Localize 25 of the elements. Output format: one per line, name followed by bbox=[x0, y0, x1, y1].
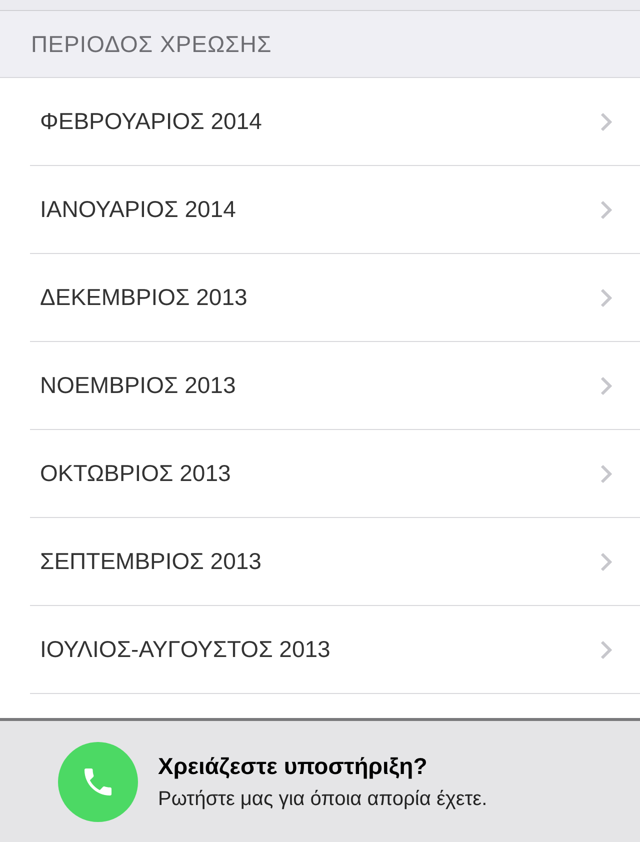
support-subtitle: Ρωτήστε μας για όποια απορία έχετε. bbox=[158, 786, 488, 812]
period-row[interactable]: ΝΟΕΜΒΡΙΟΣ 2013 bbox=[30, 342, 640, 430]
chevron-icon bbox=[600, 288, 612, 308]
period-row[interactable]: ΔΕΚΕΜΒΡΙΟΣ 2013 bbox=[30, 254, 640, 342]
support-banner[interactable]: Χρειάζεστε υποστήριξη? Ρωτήστε μας για όποια απορία έχετε. bbox=[0, 718, 640, 842]
chevron-icon bbox=[600, 200, 612, 220]
period-row[interactable]: ΙΟΥΛΙΟΣ-ΑΥΓΟΥΣΤΟΣ 2013 bbox=[30, 606, 640, 694]
chevron-icon bbox=[600, 376, 612, 396]
period-label: ΣΕΠΤΕΜΒΡΙΟΣ 2013 bbox=[40, 547, 262, 576]
chevron-icon bbox=[600, 552, 612, 572]
period-row[interactable]: ΦΕΒΡΟΥΑΡΙΟΣ 2014 bbox=[30, 78, 640, 166]
chevron-icon bbox=[600, 464, 612, 484]
support-title: Χρειάζεστε υποστήριξη? bbox=[158, 752, 428, 782]
chevron-icon bbox=[600, 112, 612, 132]
period-label: ΟΚΤΩΒΡΙΟΣ 2013 bbox=[40, 459, 231, 488]
period-label: ΔΕΚΕΜΒΡΙΟΣ 2013 bbox=[40, 283, 248, 312]
period-label: ΝΟΕΜΒΡΙΟΣ 2013 bbox=[40, 371, 236, 400]
period-row[interactable]: ΙΑΝΟΥΑΡΙΟΣ 2014 bbox=[30, 166, 640, 254]
section-header: ΠΕΡΙΟΔΟΣ ΧΡΕΩΣΗΣ bbox=[31, 30, 272, 59]
period-label: ΙΟΥΛΙΟΣ-ΑΥΓΟΥΣΤΟΣ 2013 bbox=[40, 635, 330, 664]
period-row[interactable]: ΟΚΤΩΒΡΙΟΣ 2013 bbox=[30, 430, 640, 518]
period-label: ΙΑΝΟΥΑΡΙΟΣ 2014 bbox=[40, 195, 236, 224]
chevron-icon bbox=[600, 640, 612, 660]
period-label: ΦΕΒΡΟΥΑΡΙΟΣ 2014 bbox=[40, 107, 262, 136]
period-row[interactable]: ΣΕΠΤΕΜΒΡΙΟΣ 2013 bbox=[30, 518, 640, 606]
